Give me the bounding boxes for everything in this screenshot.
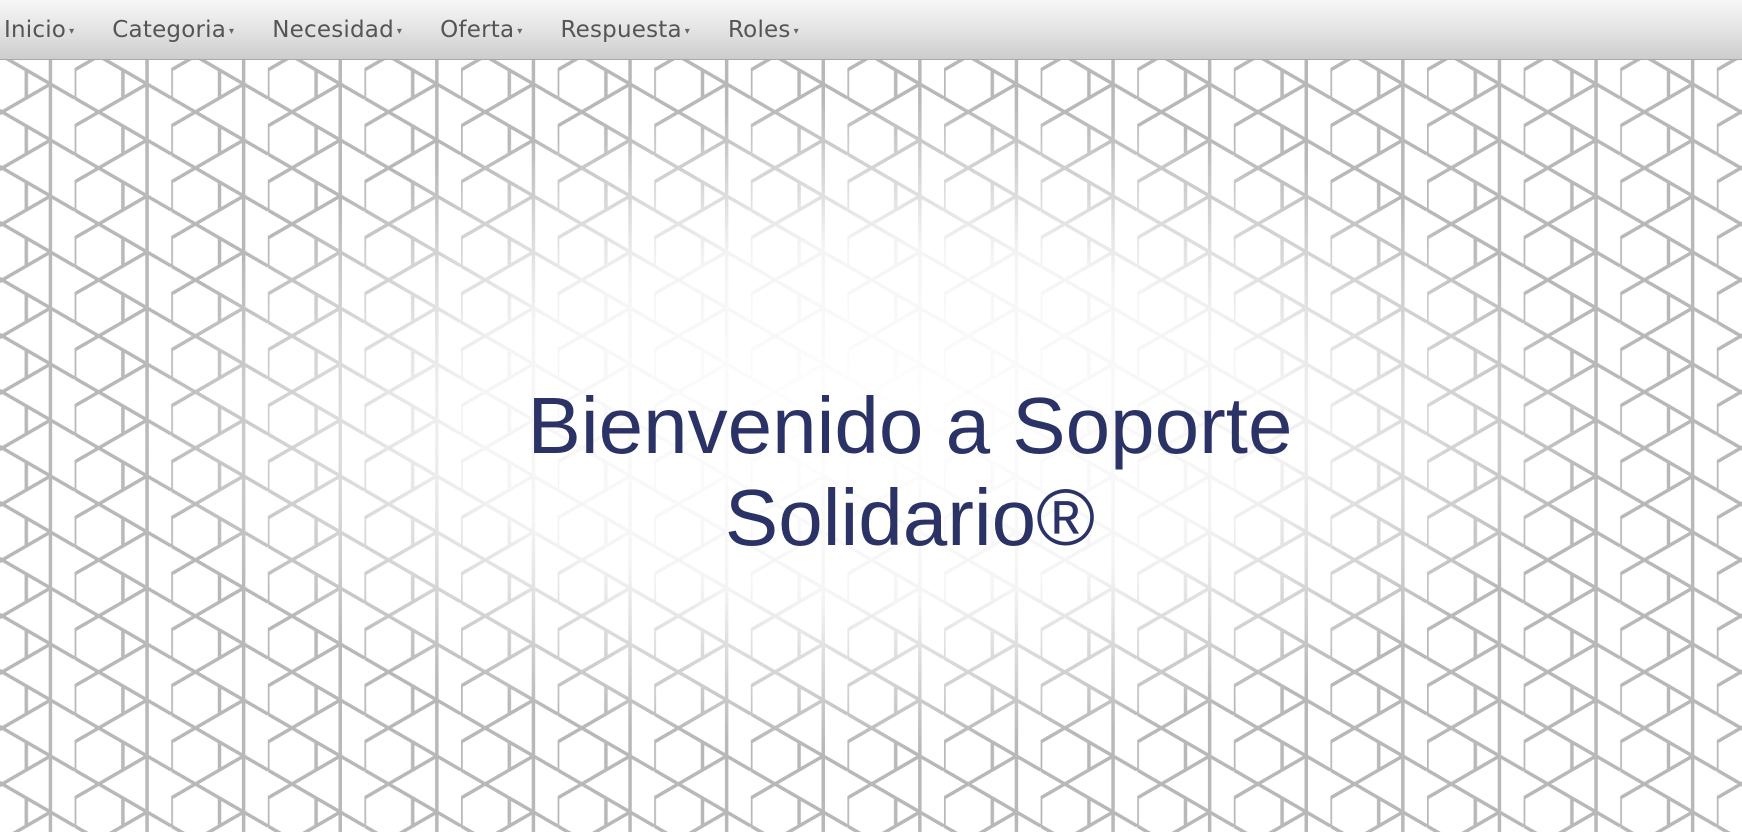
chevron-down-icon: ▾ (793, 26, 799, 37)
chevron-down-icon: ▾ (517, 26, 523, 37)
nav-label-necesidad: Necesidad (272, 16, 394, 43)
nav-item-oferta[interactable]: Oferta ▾ (440, 0, 522, 60)
chevron-down-icon: ▾ (396, 26, 403, 37)
nav-label-respuesta: Respuesta (560, 16, 682, 43)
nav-label-categoria: Categoria (112, 16, 227, 43)
nav-item-roles[interactable]: Roles ▾ (728, 0, 799, 60)
chevron-down-icon: ▾ (684, 26, 691, 37)
nav-item-inicio[interactable]: Inicio ▾ (4, 0, 74, 60)
page: Inicio ▾ Categoria ▾ Necesidad ▾ Oferta … (0, 0, 1742, 832)
nav-label-roles: Roles (728, 16, 791, 43)
top-navigation-bar: Inicio ▾ Categoria ▾ Necesidad ▾ Oferta … (0, 0, 1742, 60)
nav-item-necesidad[interactable]: Necesidad ▾ (272, 0, 402, 60)
welcome-title: Bienvenido a Soporte Solidario® (527, 381, 1293, 562)
nav-item-respuesta[interactable]: Respuesta ▾ (560, 0, 690, 60)
hero-section: Bienvenido a Soporte Solidario® (0, 60, 1742, 832)
nav-item-categoria[interactable]: Categoria ▾ (112, 0, 234, 60)
chevron-down-icon: ▾ (229, 26, 235, 37)
nav-label-oferta: Oferta (440, 16, 515, 43)
chevron-down-icon: ▾ (69, 26, 75, 37)
nav-label-inicio: Inicio (4, 16, 67, 43)
